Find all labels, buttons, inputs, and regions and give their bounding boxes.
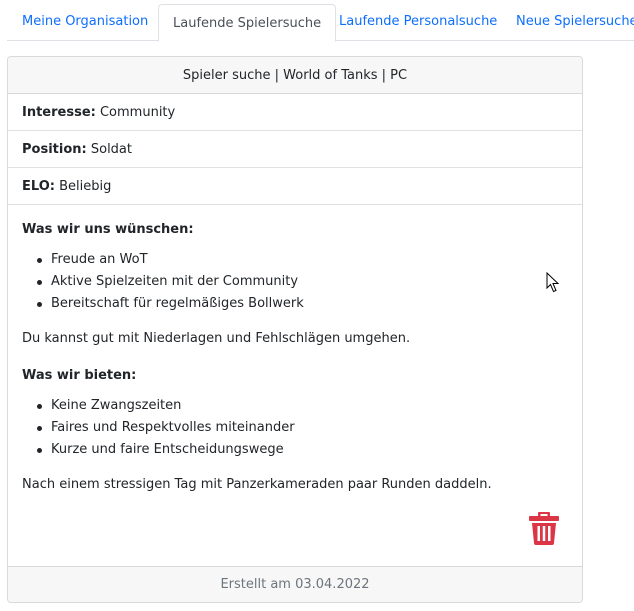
wishes-list: Freude an WoT Aktive Spielzeiten mit der… bbox=[36, 249, 304, 315]
tab-laufende-spielersuche[interactable]: Laufende Spielersuche bbox=[158, 4, 337, 42]
list-item: Aktive Spielzeiten mit der Community bbox=[36, 271, 304, 293]
offer-text: Nach einem stressigen Tag mit Panzerkame… bbox=[22, 477, 492, 492]
field-label: ELO: bbox=[22, 179, 55, 194]
search-card: Spieler suche | World of Tanks | PC Inte… bbox=[7, 56, 583, 603]
tab-neue-spielersuche[interactable]: Neue Spielersuche bbox=[516, 0, 634, 41]
field-elo: ELO: Beliebig bbox=[8, 168, 582, 205]
card-footer: Erstellt am 03.04.2022 bbox=[8, 566, 582, 602]
field-position: Position: Soldat bbox=[8, 131, 582, 168]
list-item: Kurze und faire Entscheidungswege bbox=[36, 439, 295, 461]
field-label: Position: bbox=[22, 142, 87, 157]
tab-meine-organisation[interactable]: Meine Organisation bbox=[22, 0, 148, 41]
wishes-heading: Was wir uns wünschen: bbox=[22, 222, 194, 237]
field-value: Beliebig bbox=[59, 179, 112, 194]
wishes-text: Du kannst gut mit Niederlagen und Fehlsc… bbox=[22, 331, 411, 346]
mouse-cursor-icon bbox=[546, 272, 560, 293]
field-value: Community bbox=[99, 105, 176, 120]
list-item: Keine Zwangszeiten bbox=[36, 395, 295, 417]
field-label: Interesse: bbox=[22, 105, 96, 120]
offer-heading: Was wir bieten: bbox=[22, 368, 137, 383]
field-value: Soldat bbox=[90, 142, 132, 157]
tab-bar: Meine Organisation Laufende Spielersuche… bbox=[7, 0, 634, 42]
field-interesse: Interesse: Community bbox=[8, 94, 582, 131]
list-item: Bereitschaft für regelmäßiges Bollwerk bbox=[36, 293, 304, 315]
delete-button[interactable] bbox=[529, 512, 559, 545]
offers-list: Keine Zwangszeiten Faires und Respektvol… bbox=[36, 395, 295, 461]
list-item: Freude an WoT bbox=[36, 249, 304, 271]
list-item: Faires und Respektvolles miteinander bbox=[36, 417, 295, 439]
card-header: Spieler suche | World of Tanks | PC bbox=[8, 57, 582, 94]
tab-laufende-personalsuche[interactable]: Laufende Personalsuche bbox=[339, 0, 497, 41]
trash-icon bbox=[529, 512, 559, 545]
